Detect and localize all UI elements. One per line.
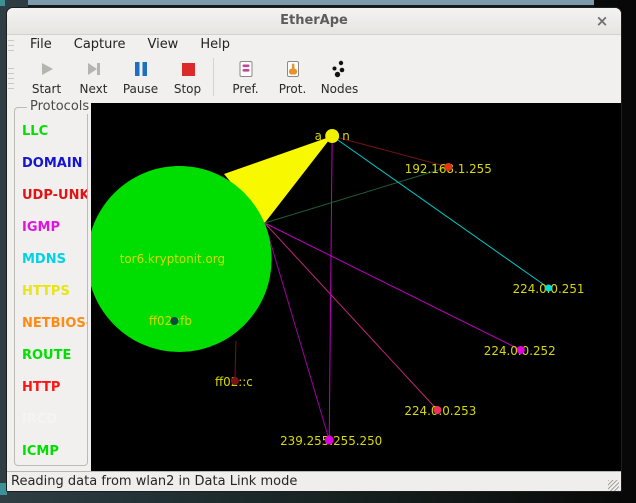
- protocols-frame: Protocols LLC DOMAIN UDP-UNKNOWN IGMP MD…: [14, 107, 88, 466]
- link-peer-251: [332, 136, 548, 288]
- desktop-top-strip: [28, 0, 594, 7]
- main-content: Protocols LLC DOMAIN UDP-UNKNOWN IGMP MD…: [7, 103, 621, 471]
- stop-button[interactable]: Stop: [164, 54, 211, 101]
- protocol-llc: LLC: [22, 116, 87, 148]
- etherape-window: EtherApe × File Capture View Help Start …: [6, 7, 622, 492]
- protocol-udp-unknown: UDP-UNKNOWN: [22, 180, 87, 212]
- network-graph-canvas[interactable]: tor6.kryptonit.org ff02::fb a n 192.168.…: [91, 103, 621, 471]
- node-dot-224-0-0-251[interactable]: [545, 285, 552, 292]
- preferences-icon: [236, 59, 256, 79]
- pause-label: Pause: [123, 82, 158, 96]
- toolbar-grip-handle[interactable]: [8, 66, 14, 90]
- protocol-netbios: NETBIOS-NS: [22, 308, 87, 340]
- menu-file[interactable]: File: [23, 36, 59, 53]
- node-dot-ff02fb[interactable]: [170, 317, 178, 325]
- node-dot-peer[interactable]: [325, 129, 339, 143]
- protocols-button[interactable]: Prot.: [269, 54, 316, 101]
- nodes-button[interactable]: Nodes: [316, 54, 363, 101]
- protocols-sidebar: Protocols LLC DOMAIN UDP-UNKNOWN IGMP MD…: [7, 103, 91, 471]
- protocol-https: HTTPS: [22, 276, 87, 308]
- statusbar: Reading data from wlan2 in Data Link mod…: [7, 471, 621, 492]
- protocols-label: Prot.: [279, 82, 307, 96]
- node-dot-192-168-1-255[interactable]: [444, 163, 452, 171]
- node-dot-224-0-0-253[interactable]: [433, 406, 441, 414]
- node-label-ff02fb[interactable]: ff02::fb: [149, 314, 192, 328]
- protocol-http: HTTP: [22, 372, 87, 404]
- titlebar[interactable]: EtherApe ×: [7, 8, 621, 35]
- toolbar-separator: [213, 58, 214, 96]
- close-icon[interactable]: ×: [593, 12, 611, 30]
- menu-help[interactable]: Help: [193, 36, 237, 53]
- menu-view[interactable]: View: [140, 36, 185, 53]
- start-label: Start: [32, 82, 61, 96]
- node-dot-224-0-0-252[interactable]: [517, 346, 525, 354]
- stop-icon: [178, 59, 198, 79]
- menu-capture[interactable]: Capture: [67, 36, 133, 53]
- nodes-label: Nodes: [321, 82, 359, 96]
- node-dot-ff02c[interactable]: [231, 377, 239, 385]
- next-label: Next: [80, 82, 108, 96]
- node-label-peer-left[interactable]: a: [315, 129, 322, 143]
- protocol-route: ROUTE: [22, 340, 87, 372]
- resize-grip[interactable]: [608, 480, 619, 491]
- nodes-icon: [330, 59, 350, 79]
- play-icon: [37, 59, 57, 79]
- toolbar: Start Next Pause Stop Pref. Prot. Nodes: [7, 54, 621, 103]
- protocol-domain: DOMAIN: [22, 148, 87, 180]
- menubar: File Capture View Help: [7, 35, 621, 54]
- menubar-grip-handle[interactable]: [8, 38, 14, 52]
- pause-icon: [131, 59, 151, 79]
- protocol-mdns: MDNS: [22, 244, 87, 276]
- skip-next-icon: [84, 59, 104, 79]
- protocol-ircd: IRCD: [22, 404, 87, 436]
- status-text: Reading data from wlan2 in Data Link mod…: [7, 472, 621, 489]
- pointing-hand-icon: [283, 59, 303, 79]
- link-hub-239: [265, 223, 330, 440]
- pause-button[interactable]: Pause: [117, 54, 164, 101]
- node-dot-239-255-255-250[interactable]: [325, 436, 334, 445]
- node-label-peer-right[interactable]: n: [342, 129, 350, 143]
- preferences-label: Pref.: [232, 82, 258, 96]
- protocols-title: Protocols: [27, 99, 92, 114]
- link-hub-253: [265, 223, 438, 410]
- protocol-igmp: IGMP: [22, 212, 87, 244]
- next-button[interactable]: Next: [70, 54, 117, 101]
- preferences-button[interactable]: Pref.: [222, 54, 269, 101]
- desktop-corner-accent: [0, 0, 5, 6]
- start-button[interactable]: Start: [23, 54, 70, 101]
- stop-label: Stop: [174, 82, 201, 96]
- node-label-tor6[interactable]: tor6.kryptonit.org: [120, 252, 225, 266]
- protocols-list: LLC DOMAIN UDP-UNKNOWN IGMP MDNS HTTPS N…: [15, 108, 87, 468]
- window-title: EtherApe: [7, 8, 621, 34]
- protocol-icmp: ICMP: [22, 436, 87, 468]
- link-peer-239: [329, 136, 332, 440]
